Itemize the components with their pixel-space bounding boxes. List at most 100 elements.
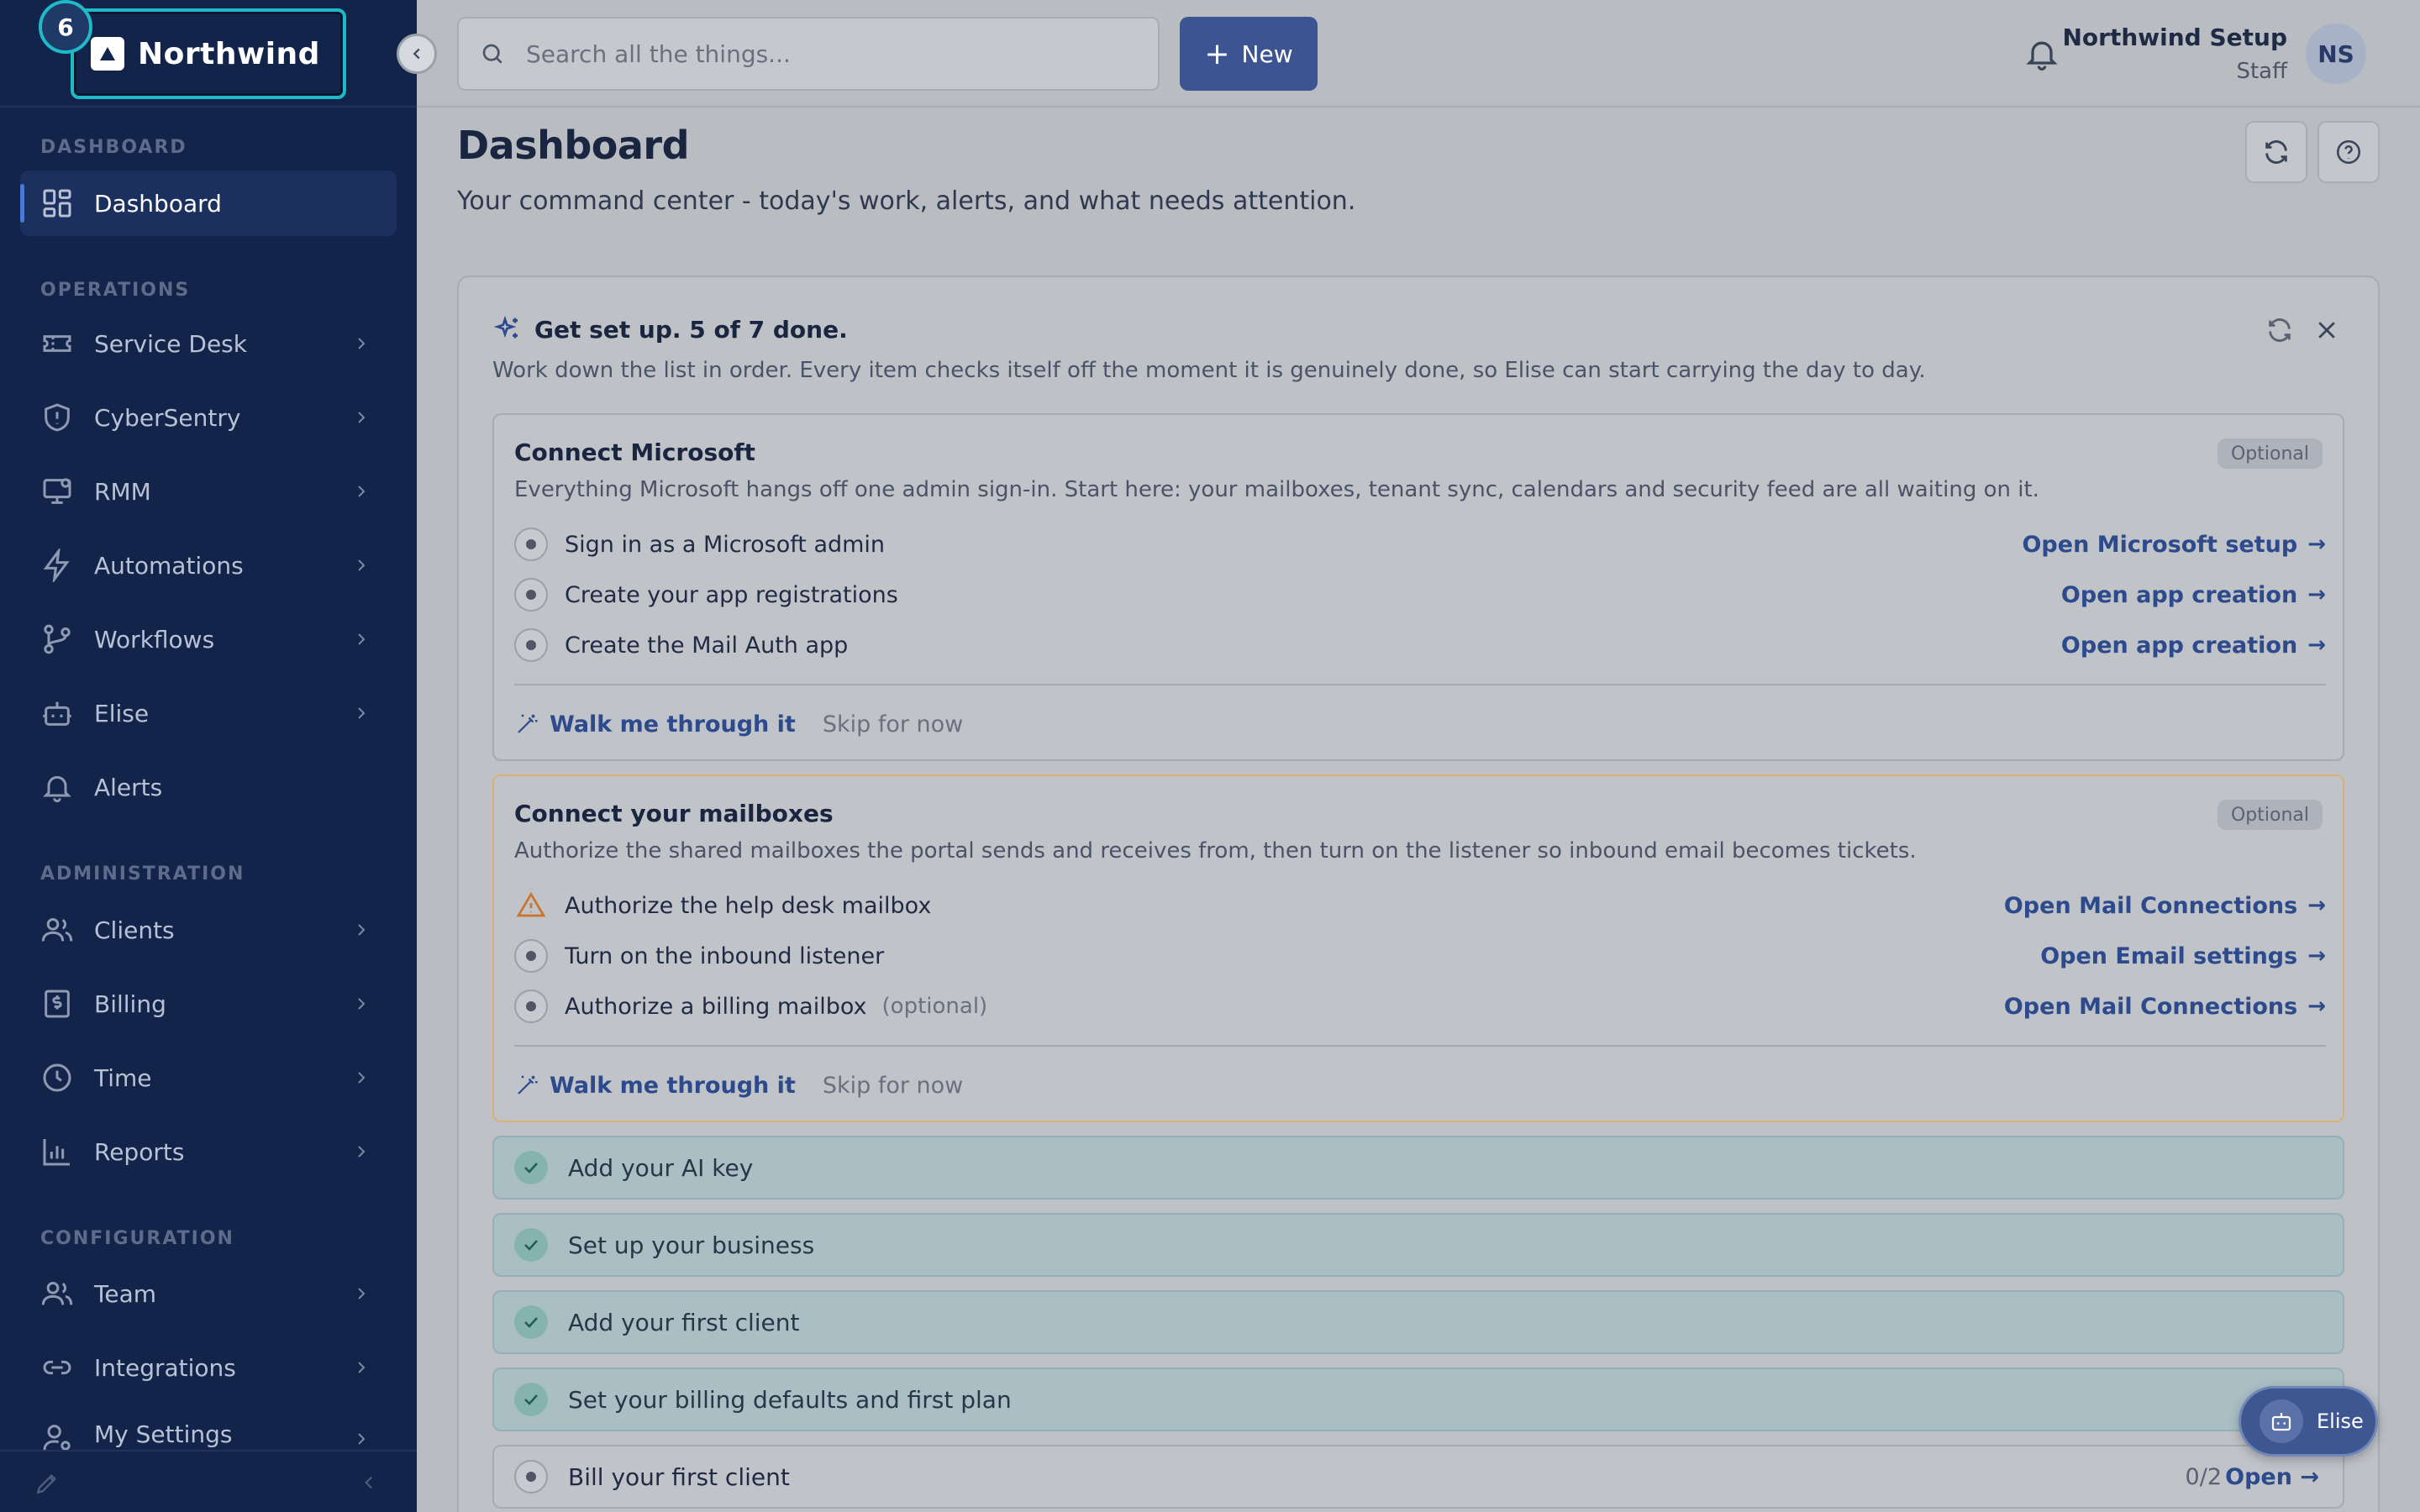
sidebar-item-label: CyberSentry [94, 403, 241, 432]
task-label: Turn on the inbound listener [565, 942, 885, 969]
progress-count: 0/2 [2185, 1463, 2222, 1490]
arrow-right-icon: → [2307, 532, 2326, 557]
new-button[interactable]: + New [1180, 17, 1318, 91]
users-icon [40, 913, 74, 947]
section-label-dashboard: DASHBOARD [40, 137, 187, 158]
refresh-button[interactable] [2245, 121, 2307, 183]
setup-step-bill-first-client[interactable]: Bill your first client 0/2 Open → [492, 1445, 2344, 1509]
sidebar-item-rmm[interactable]: RMM [20, 459, 397, 524]
open-link-label: Open [2225, 1463, 2292, 1490]
refresh-icon[interactable] [2265, 316, 2294, 344]
walk-me-through-button[interactable]: Walk me through it [550, 1073, 796, 1099]
sidebar-item-reports[interactable]: Reports [20, 1119, 397, 1184]
chevron-right-icon [358, 924, 366, 936]
sidebar-footer [0, 1450, 417, 1512]
task-label: Authorize a billing mailbox [565, 993, 867, 1020]
sidebar-item-integrations[interactable]: Integrations [20, 1335, 397, 1400]
step-label: Add your AI key [568, 1153, 754, 1182]
chevron-right-icon [358, 1288, 366, 1299]
arrow-right-icon: → [2300, 1463, 2319, 1490]
sidebar-item-workflows[interactable]: Workflows [20, 606, 397, 672]
setup-step-done[interactable]: Add your AI key [492, 1136, 2344, 1200]
user-settings-icon [40, 1420, 74, 1450]
skip-for-now-button[interactable]: Skip for now [823, 711, 963, 738]
sidebar-item-cybersentry[interactable]: CyberSentry [20, 385, 397, 450]
setup-step-done[interactable]: Set your billing defaults and first plan [492, 1368, 2344, 1431]
monitor-icon [40, 475, 74, 508]
new-button-label: New [1241, 39, 1293, 68]
optional-badge: Optional [2217, 800, 2323, 830]
task-link[interactable]: Open app creation → [2061, 582, 2326, 608]
sidebar-item-clients[interactable]: Clients [20, 897, 397, 963]
search-input[interactable] [526, 39, 1131, 68]
task-link[interactable]: Open app creation → [2061, 633, 2326, 659]
sparkles-icon [493, 315, 518, 339]
check-icon [514, 1305, 548, 1339]
task-row: Authorize the help desk mailbox Open Mai… [514, 887, 2326, 924]
warning-icon [514, 889, 548, 922]
sidebar-item-team[interactable]: Team [20, 1261, 397, 1326]
pending-dot-icon [514, 628, 548, 662]
sidebar-item-alerts[interactable]: Alerts [20, 754, 397, 820]
sidebar: Northwind 6 DASHBOARD Dashboard OPERATIO… [0, 0, 417, 1512]
sidebar-item-label: Service Desk [94, 329, 247, 358]
sidebar-item-billing[interactable]: Billing [20, 971, 397, 1037]
team-icon [40, 1277, 74, 1310]
sidebar-item-label: Elise [94, 699, 150, 727]
collapse-sidebar-icon[interactable] [358, 1472, 380, 1494]
search-icon [482, 44, 502, 64]
sidebar-item-label: Integrations [94, 1353, 236, 1382]
close-icon[interactable] [2314, 318, 2339, 343]
pending-dot-icon [514, 1460, 548, 1494]
sidebar-item-label: Clients [94, 916, 175, 944]
chevron-right-icon [358, 412, 366, 423]
task-link[interactable]: Open Mail Connections → [2004, 994, 2326, 1020]
sidebar-item-automations[interactable]: Automations [20, 533, 397, 598]
arrow-right-icon: → [2307, 994, 2326, 1019]
elise-assistant-button[interactable]: Elise [2238, 1386, 2378, 1457]
sidebar-item-elise[interactable]: Elise [20, 680, 397, 746]
arrow-right-icon: → [2307, 943, 2326, 969]
section-label-administration: ADMINISTRATION [40, 864, 245, 885]
setup-step-done[interactable]: Add your first client [492, 1290, 2344, 1354]
task-link[interactable]: Open Email settings → [2040, 943, 2326, 969]
page-title: Dashboard [457, 123, 690, 168]
setup-step-done[interactable]: Set up your business [492, 1213, 2344, 1277]
dashboard-icon [40, 186, 74, 220]
pencil-icon[interactable] [34, 1470, 60, 1497]
walk-me-through-button[interactable]: Walk me through it [550, 711, 796, 738]
sidebar-item-label: Team [94, 1279, 157, 1308]
page-subtitle: Your command center - today's work, aler… [457, 186, 1356, 216]
plus-icon: + [1204, 36, 1230, 71]
task-row: Turn on the inbound listener Open Email … [514, 937, 2326, 974]
sidebar-item-label: Automations [94, 551, 244, 580]
sidebar-toggle-button[interactable] [397, 34, 437, 74]
open-link[interactable]: Open → [2225, 1464, 2319, 1490]
sidebar-item-service-desk[interactable]: Service Desk [20, 311, 397, 376]
help-button[interactable] [2317, 121, 2380, 183]
link-icon [40, 1351, 74, 1384]
setup-step-connect-mailboxes: Connect your mailboxes Optional Authoriz… [492, 774, 2344, 1122]
sidebar-item-my-settings[interactable]: My Settings [20, 1409, 397, 1450]
chevron-right-icon [358, 1433, 366, 1445]
task-link[interactable]: Open Mail Connections → [2004, 893, 2326, 919]
task-link[interactable]: Open Microsoft setup → [2022, 532, 2326, 558]
skip-for-now-button[interactable]: Skip for now [823, 1073, 963, 1099]
brand-logo-button[interactable]: Northwind [71, 8, 346, 99]
optional-badge: Optional [2217, 438, 2323, 469]
chevron-right-icon [358, 486, 366, 497]
check-icon [514, 1383, 548, 1416]
pending-dot-icon [514, 578, 548, 612]
sidebar-item-label: Workflows [94, 625, 215, 654]
search-box[interactable] [457, 17, 1160, 91]
sidebar-item-dashboard[interactable]: Dashboard [20, 171, 397, 236]
git-branch-icon [40, 622, 74, 656]
notifications-bell-icon[interactable] [2023, 35, 2060, 72]
sidebar-item-time[interactable]: Time [20, 1045, 397, 1110]
sidebar-item-label: Billing [94, 990, 166, 1018]
brand-mark-icon [91, 37, 124, 71]
user-name: Northwind Setup [2062, 24, 2287, 51]
task-link-label: Open Email settings [2040, 942, 2298, 969]
avatar[interactable]: NS [2306, 24, 2366, 84]
step-label: Set your billing defaults and first plan [568, 1385, 1012, 1414]
